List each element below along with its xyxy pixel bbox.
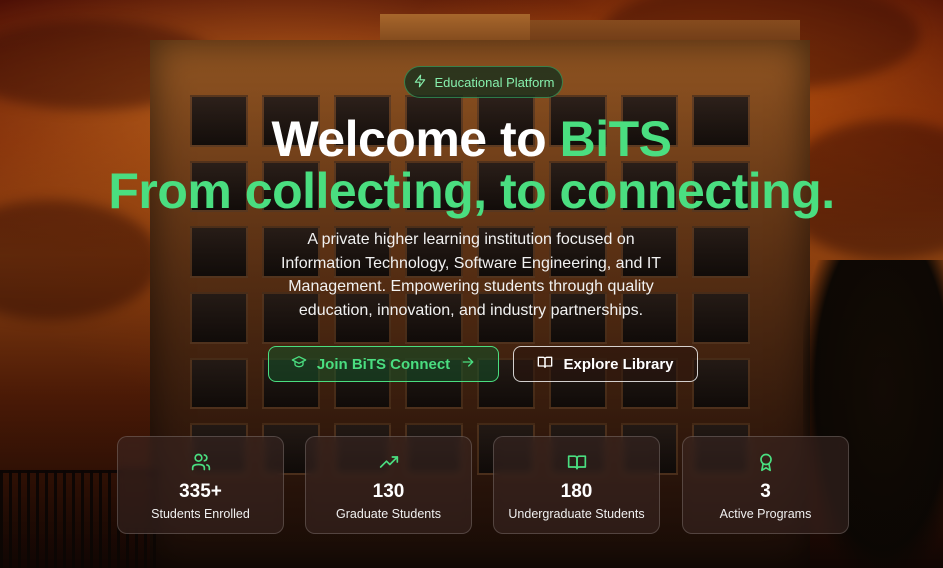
hero-section: Educational Platform Welcome to BiTS Fro…: [0, 0, 943, 568]
join-bits-connect-button[interactable]: Join BiTS Connect: [268, 346, 499, 382]
stat-label: Students Enrolled: [151, 507, 250, 521]
stat-card-active-programs: 3 Active Programs: [682, 436, 849, 534]
arrow-right-icon: [460, 354, 476, 374]
title-brand: BiTS: [559, 111, 672, 167]
stat-label: Undergraduate Students: [508, 507, 645, 521]
stat-card-students-enrolled: 335+ Students Enrolled: [117, 436, 284, 534]
stat-value: 180: [560, 481, 593, 502]
badge-label: Educational Platform: [434, 74, 555, 90]
stats-row: 335+ Students Enrolled 130 Graduate Stud…: [117, 436, 850, 534]
join-button-label: Join BiTS Connect: [316, 355, 451, 373]
explore-library-button[interactable]: Explore Library: [513, 346, 698, 382]
book-open-icon: [567, 452, 587, 472]
trending-up-icon: [379, 452, 399, 472]
users-icon: [191, 452, 211, 472]
title-prefix: Welcome to: [271, 111, 560, 167]
page-title: Welcome to BiTS: [0, 110, 943, 168]
graduation-cap-icon: [291, 354, 307, 374]
stat-card-graduate-students: 130 Graduate Students: [305, 436, 472, 534]
stat-value: 3: [760, 481, 771, 502]
book-open-icon: [537, 354, 553, 374]
educational-platform-badge: Educational Platform: [404, 66, 563, 98]
stat-value: 130: [372, 481, 405, 502]
library-button-label: Explore Library: [563, 355, 674, 373]
tagline: From collecting, to connecting.: [108, 163, 835, 219]
lightning-icon: [413, 74, 427, 91]
stat-card-undergraduate-students: 180 Undergraduate Students: [493, 436, 660, 534]
hero-description: A private higher learning institution fo…: [280, 231, 662, 319]
award-icon: [756, 452, 776, 472]
stat-value: 335+: [179, 481, 222, 502]
stat-label: Graduate Students: [336, 507, 441, 521]
stat-label: Active Programs: [719, 507, 812, 521]
